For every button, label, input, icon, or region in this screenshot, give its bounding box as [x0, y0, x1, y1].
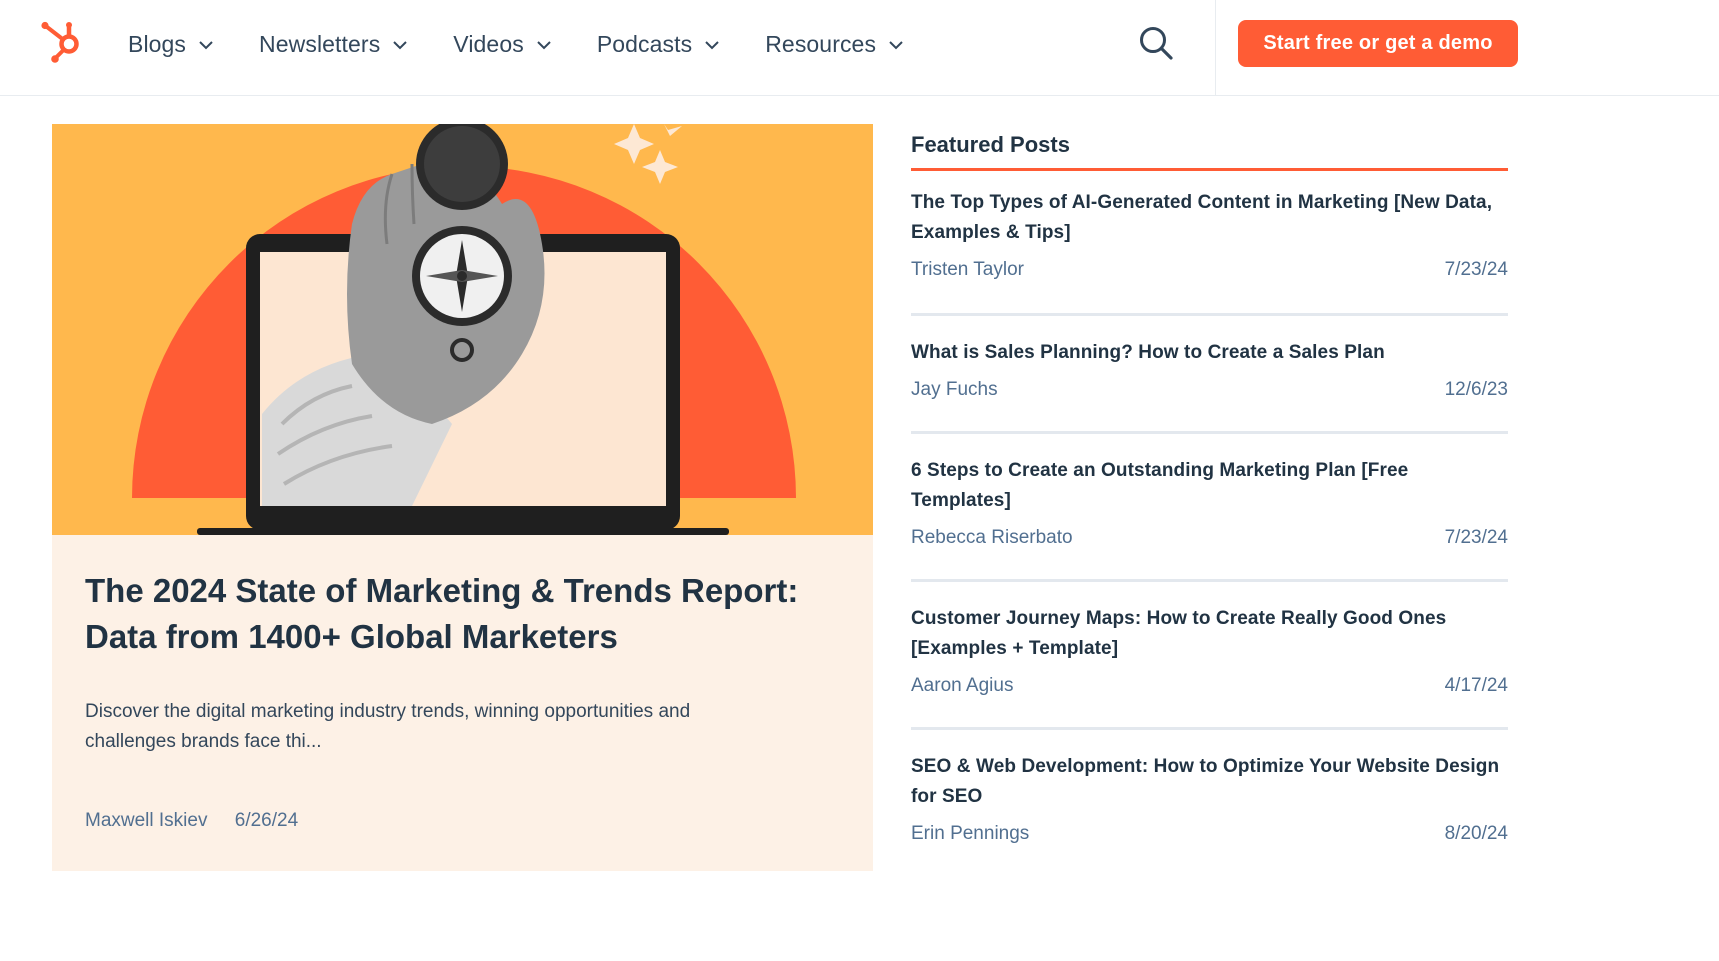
post-meta: Aaron Agius 4/17/24 [911, 675, 1508, 697]
nav-label: Newsletters [259, 30, 381, 57]
post-author[interactable]: Rebecca Riserbato [911, 527, 1073, 549]
post-date: 12/6/23 [1444, 379, 1508, 400]
list-item[interactable]: The Top Types of AI-Generated Content in… [911, 171, 1508, 316]
compass-laptop-illustration [52, 124, 873, 535]
post-author[interactable]: Tristen Taylor [911, 259, 1024, 281]
hero-author[interactable]: Maxwell Iskiev [85, 810, 207, 831]
post-title[interactable]: SEO & Web Development: How to Optimize Y… [911, 752, 1508, 812]
nav-label: Blogs [128, 30, 187, 57]
chevron-down-icon [199, 41, 213, 50]
post-meta: Tristen Taylor 7/23/24 [911, 259, 1508, 281]
post-author[interactable]: Aaron Agius [911, 675, 1013, 697]
featured-posts-sidebar: Featured Posts The Top Types of AI-Gener… [911, 124, 1508, 865]
nav-podcasts[interactable]: Podcasts [597, 31, 719, 58]
post-title[interactable]: 6 Steps to Create an Outstanding Marketi… [911, 456, 1508, 516]
main-nav: Blogs Newsletters Videos Podcasts Resour… [128, 0, 949, 88]
post-date: 8/20/24 [1444, 823, 1508, 844]
post-date: 4/17/24 [1444, 675, 1508, 696]
post-date: 7/23/24 [1444, 259, 1508, 280]
nav-label: Resources [765, 30, 877, 57]
chevron-down-icon [889, 41, 903, 50]
hero-description: Discover the digital marketing industry … [85, 701, 691, 752]
top-navigation: Blogs Newsletters Videos Podcasts Resour… [0, 0, 1719, 96]
chevron-down-icon [393, 41, 408, 50]
nav-blogs[interactable]: Blogs [128, 31, 213, 58]
post-title[interactable]: The Top Types of AI-Generated Content in… [911, 188, 1508, 248]
hero-image[interactable] [52, 124, 873, 535]
nav-label: Videos [453, 30, 524, 57]
post-meta: Erin Pennings 8/20/24 [911, 823, 1508, 845]
header-divider [1215, 0, 1216, 96]
chevron-down-icon [537, 41, 551, 50]
nav-resources[interactable]: Resources [765, 31, 903, 58]
nav-label: Podcasts [596, 30, 693, 57]
start-free-demo-button[interactable]: Start free or get a demo [1238, 20, 1518, 67]
list-item[interactable]: 6 Steps to Create an Outstanding Marketi… [911, 434, 1508, 582]
nav-videos[interactable]: Videos [453, 31, 551, 58]
post-title[interactable]: Customer Journey Maps: How to Create Rea… [911, 604, 1508, 664]
list-item[interactable]: What is Sales Planning? How to Create a … [911, 316, 1508, 434]
featured-heading: Featured Posts [911, 132, 1070, 157]
post-title[interactable]: What is Sales Planning? How to Create a … [911, 338, 1508, 368]
hero-date: 6/26/24 [234, 810, 299, 831]
hubspot-logo[interactable] [38, 18, 86, 66]
nav-newsletters[interactable]: Newsletters [259, 30, 408, 58]
list-item[interactable]: Customer Journey Maps: How to Create Rea… [911, 582, 1508, 730]
post-meta: Rebecca Riserbato 7/23/24 [911, 527, 1508, 549]
list-item[interactable]: SEO & Web Development: How to Optimize Y… [911, 730, 1508, 865]
hero-title[interactable]: The 2024 State of Marketing & Trends Rep… [85, 568, 845, 660]
post-meta: Jay Fuchs 12/6/23 [911, 379, 1508, 401]
chevron-down-icon [705, 41, 719, 50]
search-icon[interactable] [1138, 25, 1174, 61]
post-date: 7/23/24 [1444, 527, 1508, 548]
hero-meta: Maxwell Iskiev 6/26/24 [85, 810, 320, 832]
post-author[interactable]: Erin Pennings [911, 823, 1029, 845]
hero-article-card[interactable]: The 2024 State of Marketing & Trends Rep… [52, 124, 873, 871]
post-author[interactable]: Jay Fuchs [911, 379, 998, 401]
